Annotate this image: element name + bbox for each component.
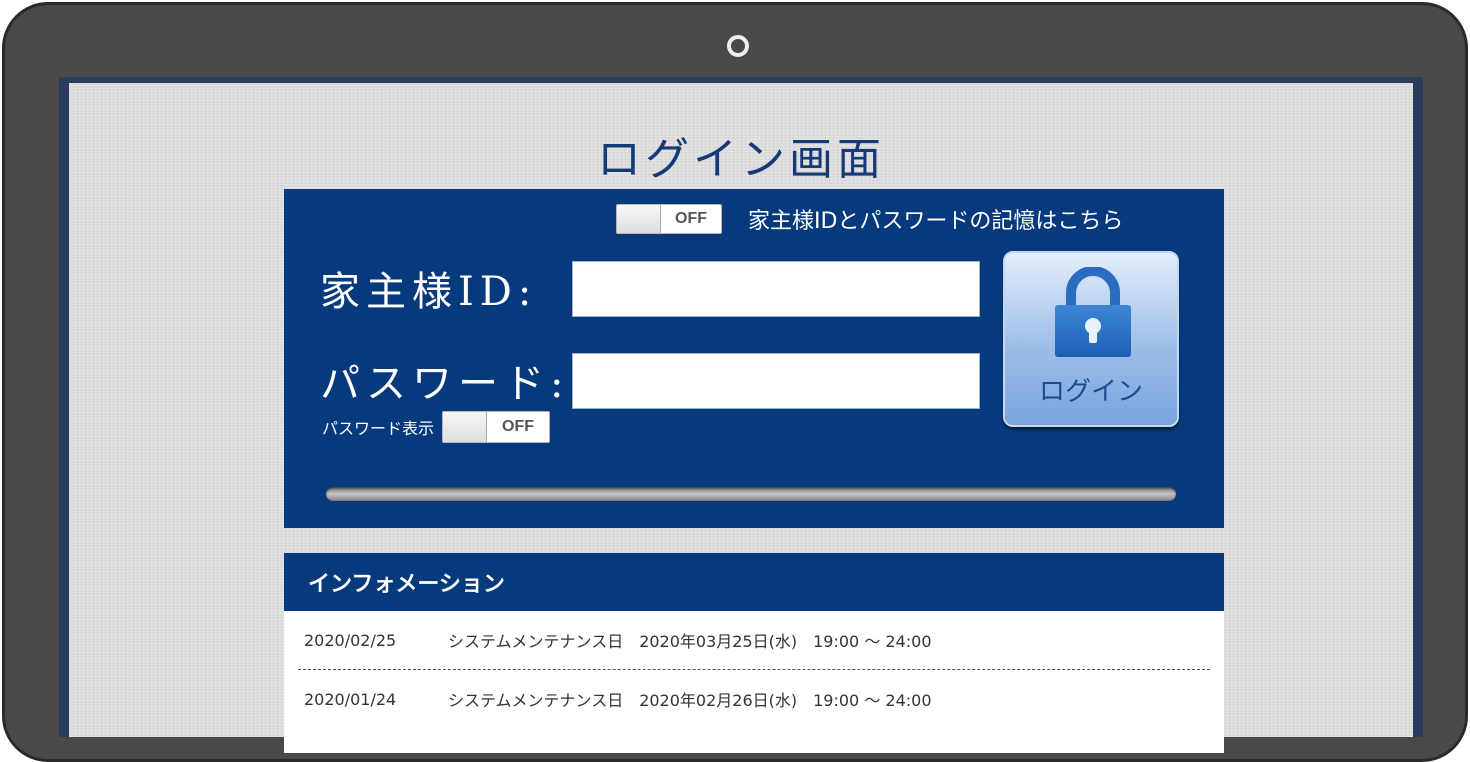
screen: ログイン画面 OFF 家主様IDとパスワードの記憶はこちら 家主様ID: パスワ… — [59, 77, 1423, 753]
show-password: パスワード表示 OFF — [322, 411, 551, 443]
info-date: 2020/01/24 — [304, 689, 397, 709]
password-label: パスワード: — [320, 361, 570, 407]
remember-credentials: OFF 家主様IDとパスワードの記憶はこちら — [616, 203, 1123, 235]
id-input[interactable] — [572, 261, 980, 317]
laptop-frame: ログイン画面 OFF 家主様IDとパスワードの記憶はこちら 家主様ID: パスワ… — [2, 2, 1468, 762]
lock-icon — [1055, 267, 1131, 357]
info-text: システムメンテナンス日 2020年03月25日(水) 19:00 ～ 24:00 — [448, 632, 932, 651]
camera-icon — [727, 35, 749, 57]
toggle-knob — [617, 205, 661, 233]
progress-bar — [326, 487, 1176, 501]
login-button[interactable]: ログイン — [1003, 251, 1179, 427]
toggle-knob — [443, 412, 488, 442]
list-item[interactable]: 2020/01/24 システムメンテナンス日 2020年02月26日(水) 19… — [298, 669, 1210, 728]
remember-label: 家主様IDとパスワードの記憶はこちら — [748, 209, 1124, 234]
login-panel: OFF 家主様IDとパスワードの記憶はこちら 家主様ID: パスワード: パスワ… — [284, 189, 1224, 528]
page-title: ログイン画面 — [597, 134, 885, 185]
id-label: 家主様ID: — [320, 269, 538, 315]
show-password-label: パスワード表示 — [322, 419, 435, 438]
info-text: システムメンテナンス日 2020年02月26日(水) 19:00 ～ 24:00 — [448, 691, 932, 710]
information-panel: インフォメーション 2020/02/25 システムメンテナンス日 2020年03… — [284, 553, 1224, 753]
info-date: 2020/02/25 — [304, 630, 397, 650]
page: ログイン画面 OFF 家主様IDとパスワードの記憶はこちら 家主様ID: パスワ… — [69, 83, 1413, 753]
show-password-toggle[interactable]: OFF — [442, 411, 551, 443]
remember-toggle[interactable]: OFF — [616, 204, 722, 234]
password-input[interactable] — [572, 353, 980, 409]
information-header: インフォメーション — [284, 553, 1224, 611]
list-item[interactable]: 2020/02/25 システムメンテナンス日 2020年03月25日(水) 19… — [298, 611, 1210, 669]
toggle-state: OFF — [502, 418, 535, 435]
toggle-state: OFF — [675, 210, 707, 227]
login-button-label: ログイン — [1038, 377, 1143, 407]
